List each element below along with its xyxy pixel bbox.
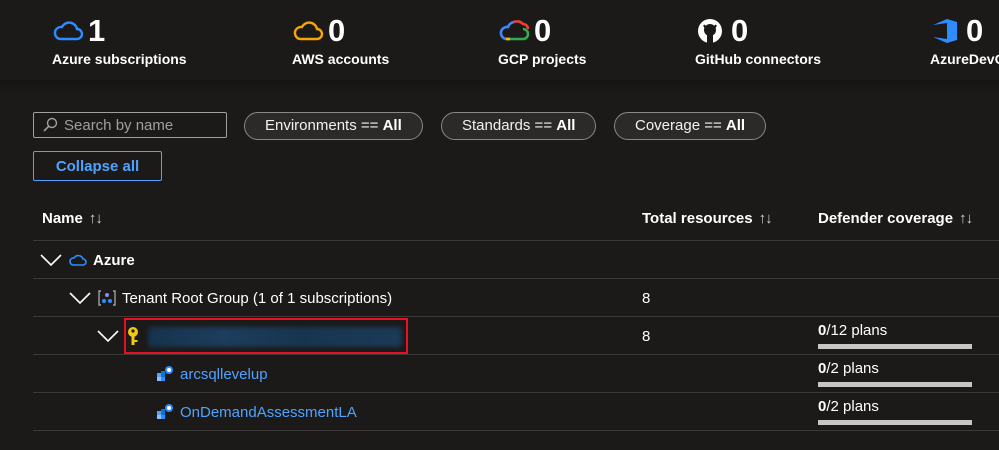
stat-label: Azure subscriptions bbox=[52, 51, 187, 67]
header-label: Name bbox=[42, 210, 83, 227]
coverage-plans: /2 plans bbox=[826, 398, 879, 415]
stat-gcp-projects[interactable]: 0 GCP projects bbox=[498, 12, 586, 67]
table-row-arcsqllevelup[interactable]: arcsqllevelup 0/2 plans bbox=[33, 355, 999, 393]
row-name: Tenant Root Group (1 of 1 subscriptions) bbox=[122, 289, 393, 307]
stat-aws-accounts[interactable]: 0 AWS accounts bbox=[292, 12, 389, 67]
coverage-bar bbox=[818, 344, 972, 349]
defender-coverage: 0/12 plans bbox=[818, 322, 972, 349]
management-group-icon bbox=[98, 290, 116, 306]
search-input[interactable] bbox=[58, 116, 214, 134]
filter-environments[interactable]: Environments == All bbox=[244, 112, 423, 140]
table-row-ondemandassessmentla[interactable]: OnDemandAssessmentLA 0/2 plans bbox=[33, 393, 999, 431]
stat-count: 1 bbox=[88, 13, 106, 48]
filter-value: All bbox=[725, 117, 746, 134]
row-name[interactable]: OnDemandAssessmentLA bbox=[180, 404, 357, 421]
stat-count: 0 bbox=[731, 13, 749, 48]
header-label: Defender coverage bbox=[818, 210, 954, 227]
highlight-box bbox=[124, 318, 408, 354]
search-icon bbox=[43, 117, 58, 132]
gcp-cloud-icon bbox=[499, 20, 530, 41]
stat-count: 0 bbox=[534, 13, 552, 48]
stat-count: 0 bbox=[328, 13, 346, 48]
sort-icon: ↑↓ bbox=[88, 210, 103, 227]
chevron-down-icon[interactable] bbox=[40, 253, 62, 267]
filter-name: Environments bbox=[265, 117, 357, 134]
chevron-down-icon[interactable] bbox=[97, 329, 119, 343]
summary-bar-shadow bbox=[0, 80, 999, 96]
total-resources: 8 bbox=[642, 327, 651, 345]
log-analytics-workspace-icon bbox=[157, 366, 173, 381]
column-header-defender-coverage[interactable]: Defender coverage ↑↓ bbox=[818, 210, 973, 227]
defender-coverage: 0/2 plans bbox=[818, 398, 972, 425]
azure-devops-icon bbox=[933, 19, 957, 43]
stat-github-connectors[interactable]: 0 GitHub connectors bbox=[695, 12, 821, 67]
sort-icon: ↑↓ bbox=[758, 210, 773, 227]
column-header-total-resources[interactable]: Total resources ↑↓ bbox=[642, 210, 773, 227]
collapse-all-button[interactable]: Collapse all bbox=[33, 151, 162, 181]
github-icon bbox=[698, 19, 722, 43]
aws-cloud-icon bbox=[293, 21, 324, 41]
stat-count: 0 bbox=[966, 13, 984, 48]
chevron-down-icon[interactable] bbox=[69, 291, 91, 305]
coverage-bar bbox=[818, 382, 972, 387]
filter-standards[interactable]: Standards == All bbox=[441, 112, 597, 140]
filter-value: All bbox=[556, 117, 576, 134]
defender-coverage: 0/2 plans bbox=[818, 360, 972, 387]
coverage-bar bbox=[818, 420, 972, 425]
filter-name: Standards bbox=[462, 117, 531, 134]
table-row-azure[interactable]: Azure bbox=[33, 241, 999, 279]
azure-cloud-icon bbox=[53, 21, 84, 41]
stat-label: GCP projects bbox=[498, 51, 587, 67]
table-row-tenant-root-group[interactable]: Tenant Root Group (1 of 1 subscriptions)… bbox=[33, 279, 999, 317]
divider bbox=[33, 430, 999, 431]
search-box[interactable] bbox=[33, 112, 227, 138]
filter-value: All bbox=[382, 117, 402, 134]
filter-operator: == bbox=[700, 117, 726, 134]
row-name[interactable]: arcsqllevelup bbox=[180, 366, 268, 383]
log-analytics-workspace-icon bbox=[157, 404, 173, 419]
coverage-plans: /12 plans bbox=[826, 322, 888, 339]
filter-operator: == bbox=[356, 117, 383, 134]
filter-name: Coverage bbox=[635, 117, 701, 134]
stat-azure-subscriptions[interactable]: 1 Azure subscriptions bbox=[52, 12, 187, 67]
stat-label: AWS accounts bbox=[292, 51, 390, 67]
total-resources: 8 bbox=[642, 289, 651, 307]
column-header-name[interactable]: Name ↑↓ bbox=[42, 210, 103, 227]
stat-azure-devops[interactable]: 0 AzureDevO bbox=[930, 12, 999, 67]
azure-cloud-icon bbox=[69, 254, 87, 266]
sort-icon: ↑↓ bbox=[959, 210, 973, 227]
row-name: Azure bbox=[93, 251, 135, 269]
stat-label: GitHub connectors bbox=[695, 51, 822, 67]
filter-coverage[interactable]: Coverage == All bbox=[614, 112, 767, 140]
header-label: Total resources bbox=[642, 210, 753, 227]
stat-label: AzureDevO bbox=[930, 51, 999, 67]
coverage-plans: /2 plans bbox=[826, 360, 879, 377]
filter-operator: == bbox=[530, 117, 557, 134]
